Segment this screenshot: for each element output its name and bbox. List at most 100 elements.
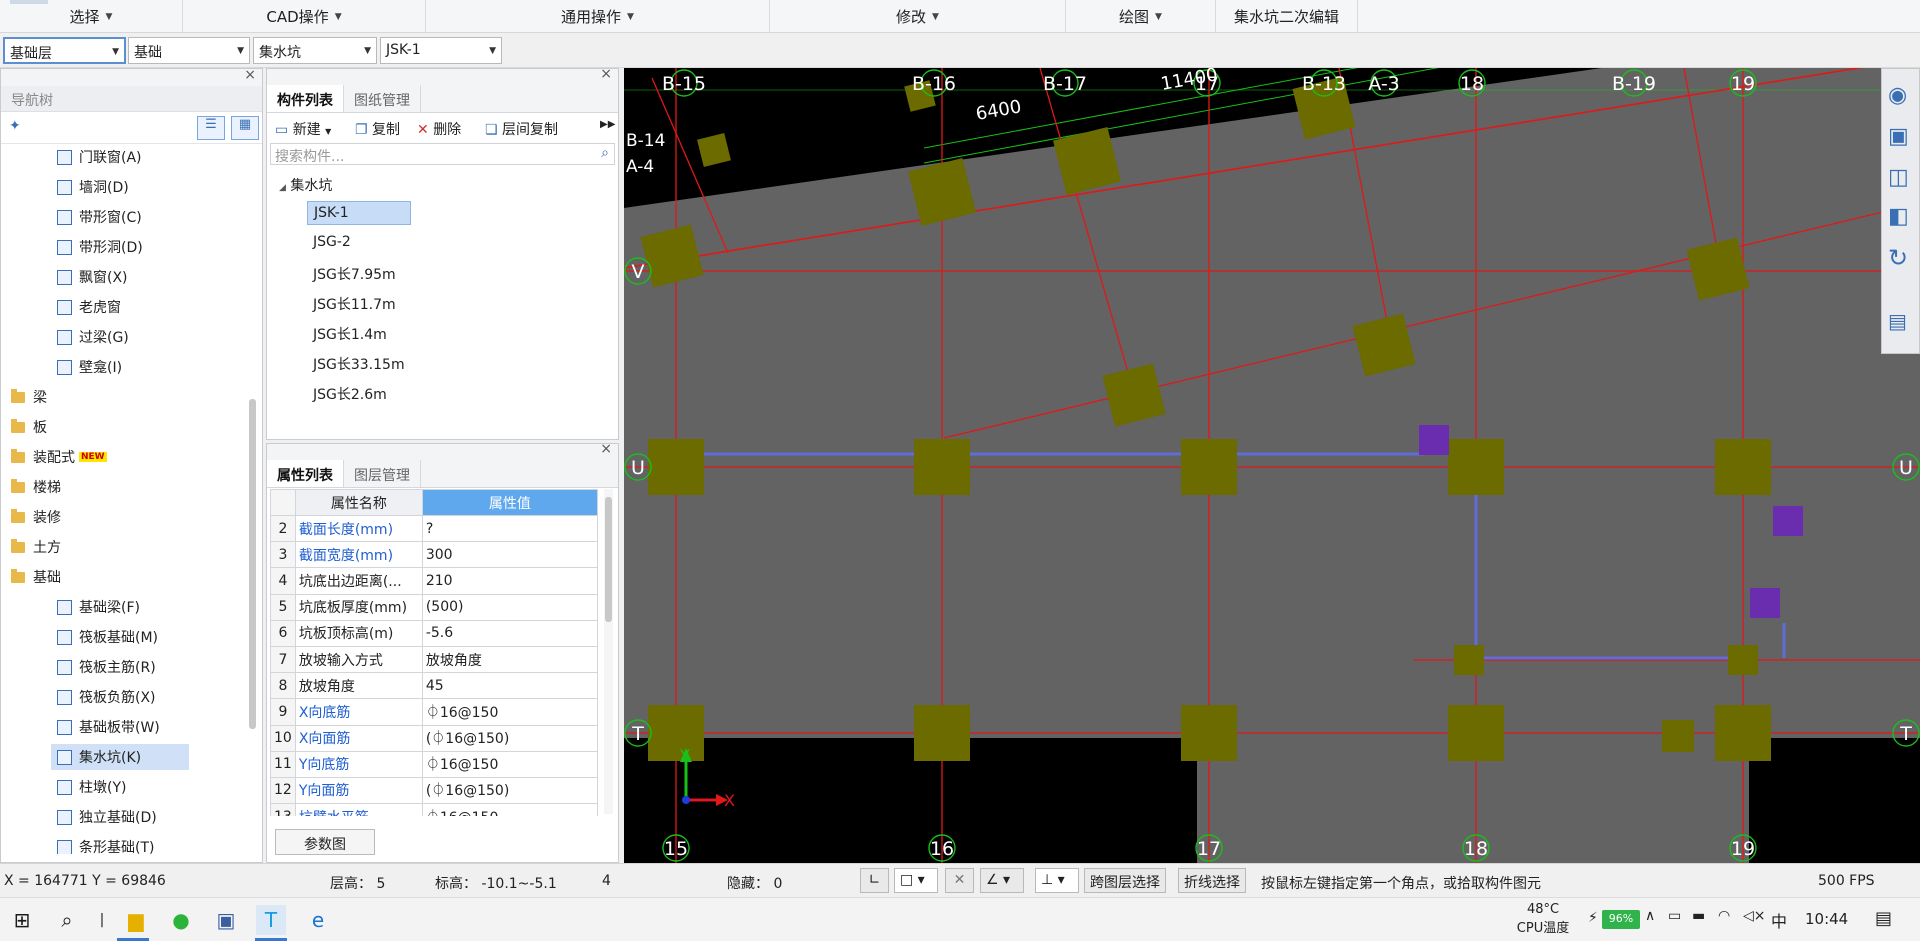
ribbon-select[interactable]: 选择 ▼ (0, 0, 183, 33)
polyline-select-button[interactable]: 折线选择 (1178, 868, 1246, 893)
property-row[interactable]: 10 X向面筋 (⏀16@150) (270, 724, 598, 752)
pin-icon[interactable]: ✦ (9, 118, 21, 134)
component-item[interactable]: JSG长2.6m (307, 381, 393, 405)
property-value[interactable]: 300 (421, 541, 598, 569)
footing[interactable] (914, 439, 970, 495)
nav-item[interactable]: 基础梁(F) (1, 594, 189, 620)
property-row[interactable]: 3 截面宽度(mm) 300 (270, 541, 598, 569)
nav-item[interactable]: 壁龛(I) (1, 354, 189, 380)
ribbon-cad[interactable]: CAD操作 ▼ (183, 0, 426, 33)
footing[interactable] (648, 705, 704, 761)
tab-drawing-manage[interactable]: 图纸管理 (344, 85, 421, 112)
footing[interactable] (1728, 645, 1758, 675)
search-icon[interactable]: ⌕ (601, 145, 609, 161)
component-search-input[interactable]: 搜索构件... ⌕ (270, 143, 615, 165)
footing[interactable] (1454, 645, 1484, 675)
component-item[interactable]: JSK-1 (307, 201, 411, 225)
footing[interactable] (697, 133, 731, 167)
ribbon-modify[interactable]: 修改 ▼ (770, 0, 1066, 33)
nav-item[interactable]: 老虎窗 (1, 294, 189, 320)
windows-start-icon[interactable]: ⊞ (7, 905, 37, 935)
copy-button[interactable]: ❐ 复制 (355, 119, 400, 139)
nav-item[interactable]: 筏板主筋(R) (1, 654, 189, 680)
sump-pit[interactable] (1419, 425, 1449, 455)
property-value[interactable]: 放坡角度 (421, 645, 598, 674)
cad-drawing[interactable]: B-15 B-16 B-17 17 B-13 A-3 18 B-19 1915 16 17 18 19V… (624, 68, 1920, 863)
ortho-icon[interactable]: ∟ (860, 868, 889, 893)
nav-item[interactable]: 基础板带(W) (1, 714, 189, 740)
property-row[interactable]: 5 坑底板厚度(mm) (500) (270, 593, 598, 621)
nav-item[interactable]: 独立基础(D) (1, 804, 189, 830)
chevron-up-icon[interactable]: ∧ (1645, 908, 1655, 924)
cad-app-icon[interactable]: ▣ (211, 905, 241, 935)
nav-item[interactable]: 柱墩(Y) (1, 774, 189, 800)
ime-indicator[interactable]: 中 (1771, 908, 1787, 932)
nav-scrollbar[interactable] (249, 399, 256, 729)
property-value[interactable]: ⏀16@150 (421, 750, 598, 778)
nav-item[interactable]: 墙洞(D) (1, 174, 189, 200)
select-mode-icon[interactable]: □ ▾ (894, 868, 938, 893)
nav-item[interactable]: 带形窗(C) (1, 204, 189, 230)
footing[interactable] (1715, 439, 1771, 495)
notification-icon[interactable]: ▤ (1875, 908, 1892, 929)
nav-item[interactable]: 梁 (1, 384, 189, 410)
footing[interactable] (1662, 720, 1694, 752)
footing[interactable] (914, 705, 970, 761)
nav-item[interactable]: 楼梯 (1, 474, 189, 500)
tab-component-list[interactable]: 构件列表 (267, 85, 344, 112)
property-row[interactable]: 8 放坡角度 45 (270, 672, 598, 700)
floor-copy-button[interactable]: ❏ 层间复制 (485, 119, 558, 139)
file-explorer-icon[interactable]: ▆ (121, 905, 151, 935)
search-icon[interactable]: ⌕ (52, 905, 82, 935)
drawing-canvas[interactable]: B-15 B-16 B-17 17 B-13 A-3 18 B-19 19 15 16 17 18 19 V… (624, 68, 1920, 863)
footing[interactable] (1448, 439, 1504, 495)
property-value[interactable]: -5.6 (421, 619, 598, 647)
sump-pit[interactable] (1773, 506, 1803, 536)
rotate-icon[interactable]: ↻ (1888, 244, 1908, 272)
ribbon-general[interactable]: 通用操作 ▼ (426, 0, 770, 33)
nav-item[interactable]: 土方 (1, 534, 189, 560)
close-icon[interactable]: × (600, 441, 612, 457)
property-value[interactable]: ⏀16@150 (421, 698, 598, 726)
new-button[interactable]: ▭ 新建 ▼ (275, 119, 331, 139)
nav-item[interactable]: 装配式 NEW (1, 444, 189, 470)
nav-item[interactable]: 筏板负筋(X) (1, 684, 189, 710)
property-value[interactable]: (⏀16@150) (421, 776, 598, 805)
footing[interactable] (648, 439, 704, 495)
component-select[interactable]: JSK-1 ▼ (380, 37, 502, 64)
category-select[interactable]: 基础 ▼ (128, 37, 250, 64)
edge-browser-icon[interactable]: e (303, 905, 333, 935)
property-row[interactable]: 9 X向底筋 ⏀16@150 (270, 698, 598, 726)
property-value[interactable]: ? (421, 514, 598, 543)
property-value[interactable]: (⏀16@150) (421, 724, 598, 752)
snap-icon[interactable]: ⊥ ▾ (1035, 868, 1079, 893)
property-row[interactable]: 7 放坡输入方式 放坡角度 (270, 645, 598, 674)
nav-item[interactable]: 集水坑(K) (51, 744, 189, 770)
nav-item[interactable]: 板 (1, 414, 189, 440)
sump-pit[interactable] (1750, 588, 1780, 618)
view-box-icon[interactable]: ◧ (1888, 204, 1909, 229)
footing[interactable] (1181, 439, 1237, 495)
view-3d-icon[interactable]: ▣ (1888, 124, 1909, 149)
property-value[interactable]: (500) (421, 593, 598, 621)
nav-item[interactable]: 过梁(G) (1, 324, 189, 350)
property-row[interactable]: 4 坑底出边距离(... 210 (270, 567, 598, 595)
type-select[interactable]: 集水坑 ▼ (253, 37, 377, 64)
property-row[interactable]: 11 Y向底筋 ⏀16@150 (270, 750, 598, 778)
angle-icon[interactable]: ∠ ▾ (980, 868, 1024, 893)
property-scrollbar[interactable] (604, 489, 613, 814)
footing[interactable] (1448, 705, 1504, 761)
cross-layer-select-button[interactable]: 跨图层选择 (1084, 868, 1166, 893)
component-item[interactable]: JSG长1.4m (307, 321, 393, 345)
component-group[interactable]: ◢ 集水坑 (279, 175, 332, 195)
ribbon-pit-edit[interactable]: 集水坑二次编辑 (1216, 0, 1358, 33)
nav-item[interactable]: 门联窗(A) (1, 144, 189, 170)
nav-item[interactable]: 条形基础(T) (1, 834, 189, 854)
nav-item[interactable]: 飘窗(X) (1, 264, 189, 290)
delete-button[interactable]: ✕ 删除 (417, 119, 461, 139)
component-item[interactable]: JSG长33.15m (307, 351, 411, 375)
property-row[interactable]: 6 坑板顶标高(m) -5.6 (270, 619, 598, 647)
tab-layer-manage[interactable]: 图层管理 (344, 460, 421, 487)
nav-item[interactable]: 筏板基础(M) (1, 624, 189, 650)
clock[interactable]: 10:44 (1805, 910, 1848, 928)
